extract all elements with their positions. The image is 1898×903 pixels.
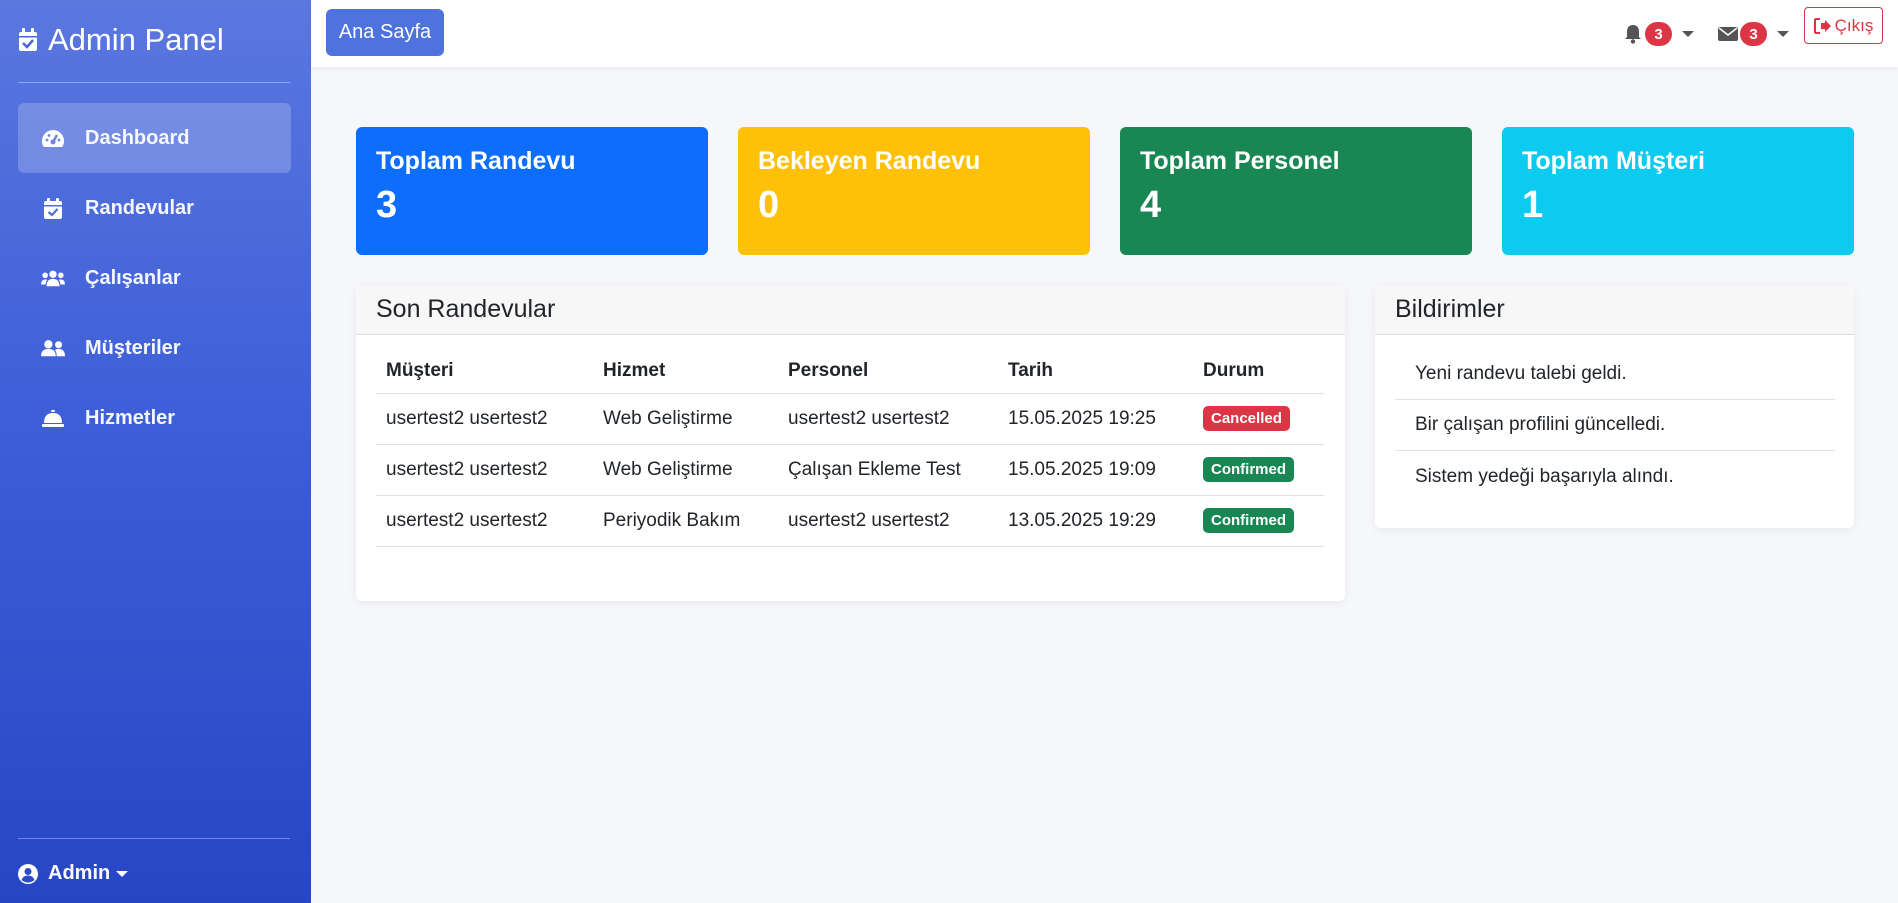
customer-cell: usertest2 usertest2 <box>376 393 593 445</box>
table-header-row: Müşteri Hizmet Personel Tarih Durum <box>376 349 1324 394</box>
table-row[interactable]: usertest2 usertest2 Web Geliştirme usert… <box>376 393 1324 445</box>
messages-dropdown[interactable]: 3 <box>1718 22 1789 46</box>
user-circle-icon <box>18 863 38 884</box>
sidebar-item-label: Müşteriler <box>85 336 181 359</box>
sidebar-item-label: Dashboard <box>85 126 190 149</box>
stat-title: Toplam Randevu <box>376 147 576 175</box>
notification-item[interactable]: Bir çalışan profilini güncelledi. <box>1395 400 1835 451</box>
sidebar-item-label: Randevular <box>85 196 194 219</box>
status-badge: Cancelled <box>1203 406 1290 431</box>
envelope-icon <box>1718 24 1738 44</box>
customer-cell: usertest2 usertest2 <box>376 444 593 496</box>
calendar-check-icon <box>41 197 65 219</box>
customer-cell: usertest2 usertest2 <box>376 495 593 547</box>
sidebar: Admin Panel Dashboard Randevular Çalışan… <box>0 0 311 903</box>
column-header: Tarih <box>998 349 1193 394</box>
sidebar-item-hizmetler[interactable]: Hizmetler <box>18 383 291 453</box>
recent-appointments-panel: Son Randevular Müşteri Hizmet Personel T… <box>356 285 1345 601</box>
notification-item[interactable]: Sistem yedeği başarıyla alındı. <box>1395 451 1835 502</box>
sidebar-item-dashboard[interactable]: Dashboard <box>18 103 291 173</box>
status-badge: Confirmed <box>1203 508 1294 533</box>
staff-cell: usertest2 usertest2 <box>778 393 998 445</box>
gauge-icon <box>41 127 65 149</box>
stat-title: Bekleyen Randevu <box>758 147 981 175</box>
divider <box>18 838 290 839</box>
message-count-badge: 3 <box>1740 22 1767 46</box>
notifications-panel: Bildirimler Yeni randevu talebi geldi. B… <box>1375 285 1854 528</box>
notification-list: Yeni randevu talebi geldi. Bir çalışan p… <box>1395 349 1835 502</box>
stat-card-total-customers: Toplam Müşteri 1 <box>1502 127 1854 255</box>
logout-label: Çıkış <box>1834 15 1874 35</box>
home-button[interactable]: Ana Sayfa <box>326 9 444 56</box>
column-header: Hizmet <box>593 349 778 394</box>
date-cell: 13.05.2025 19:29 <box>998 495 1193 547</box>
stat-value: 4 <box>1140 184 1162 226</box>
chevron-down-icon <box>116 870 129 877</box>
user-name: Admin <box>48 862 111 884</box>
sidebar-item-calisanlar[interactable]: Çalışanlar <box>18 243 291 313</box>
date-cell: 15.05.2025 19:09 <box>998 444 1193 496</box>
notifications-dropdown[interactable]: 3 <box>1623 22 1694 46</box>
staff-cell: Çalışan Ekleme Test <box>778 444 998 496</box>
service-cell: Web Geliştirme <box>593 444 778 496</box>
service-cell: Web Geliştirme <box>593 393 778 445</box>
brand-title: Admin Panel <box>48 22 224 57</box>
notification-count-badge: 3 <box>1645 22 1672 46</box>
date-cell: 15.05.2025 19:25 <box>998 393 1193 445</box>
stat-title: Toplam Müşteri <box>1522 147 1705 175</box>
logout-button[interactable]: Çıkış <box>1804 7 1883 44</box>
column-header: Durum <box>1193 349 1324 394</box>
stat-card-pending-appointments: Bekleyen Randevu 0 <box>738 127 1090 255</box>
chevron-down-icon <box>1777 31 1789 37</box>
panel-title: Son Randevular <box>356 285 1345 335</box>
divider <box>18 82 290 83</box>
status-cell: Cancelled <box>1193 393 1324 445</box>
user-friends-icon <box>41 337 65 359</box>
status-cell: Confirmed <box>1193 444 1324 496</box>
user-menu[interactable]: Admin <box>18 862 129 885</box>
column-header: Müşteri <box>376 349 593 394</box>
staff-cell: usertest2 usertest2 <box>778 495 998 547</box>
sidebar-item-label: Hizmetler <box>85 406 176 429</box>
service-cell: Periyodik Bakım <box>593 495 778 547</box>
stat-card-total-staff: Toplam Personel 4 <box>1120 127 1472 255</box>
bell-icon <box>1623 24 1643 44</box>
stat-title: Toplam Personel <box>1140 147 1340 175</box>
table-row[interactable]: usertest2 usertest2 Periyodik Bakım user… <box>376 495 1324 547</box>
stat-value: 1 <box>1522 184 1544 226</box>
status-cell: Confirmed <box>1193 495 1324 547</box>
panel-title: Bildirimler <box>1375 285 1854 335</box>
calendar-check-icon <box>18 28 38 52</box>
stat-value: 0 <box>758 184 780 226</box>
brand[interactable]: Admin Panel <box>18 22 224 58</box>
topbar: Ana Sayfa 3 3 Çıkış <box>311 0 1898 67</box>
chevron-down-icon <box>1682 31 1694 37</box>
notification-item[interactable]: Yeni randevu talebi geldi. <box>1395 349 1835 400</box>
users-icon <box>41 267 65 289</box>
sidebar-item-label: Çalışanlar <box>85 266 181 289</box>
column-header: Personel <box>778 349 998 394</box>
stat-value: 3 <box>376 184 398 226</box>
sign-out-icon <box>1813 17 1832 34</box>
status-badge: Confirmed <box>1203 457 1294 482</box>
appointments-table: Müşteri Hizmet Personel Tarih Durum user… <box>376 349 1324 547</box>
sidebar-item-randevular[interactable]: Randevular <box>18 173 291 243</box>
table-row[interactable]: usertest2 usertest2 Web Geliştirme Çalış… <box>376 444 1324 496</box>
sidebar-nav: Dashboard Randevular Çalışanlar Müşteril… <box>18 103 291 453</box>
sidebar-item-musteriler[interactable]: Müşteriler <box>18 313 291 383</box>
stat-card-total-appointments: Toplam Randevu 3 <box>356 127 708 255</box>
concierge-bell-icon <box>41 407 65 429</box>
